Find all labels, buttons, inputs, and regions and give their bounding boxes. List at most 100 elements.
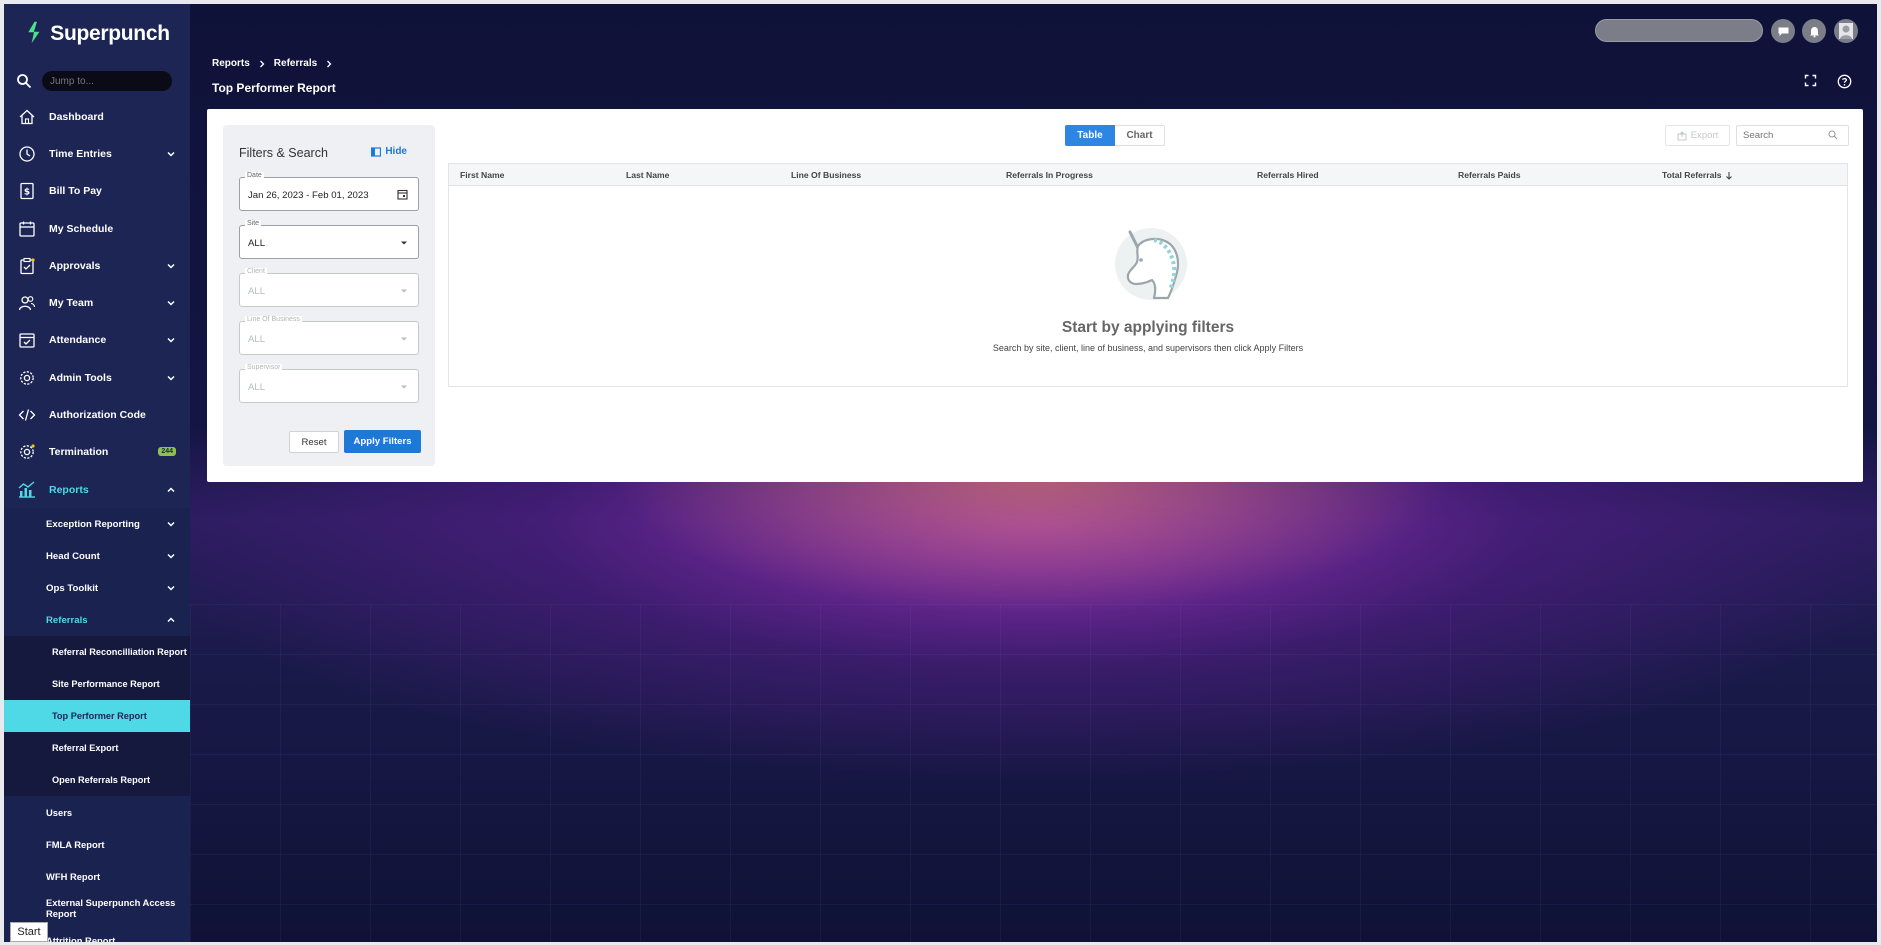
breadcrumb-reports[interactable]: Reports: [212, 58, 250, 69]
breadcrumb: Reports Referrals: [212, 58, 333, 69]
calendar-icon[interactable]: [397, 189, 408, 200]
bell-icon: [1809, 26, 1819, 37]
hide-filters-button[interactable]: Hide: [371, 146, 407, 157]
sidebar-item-label: My Schedule: [49, 222, 114, 235]
referrals-submenu: Referral Reconcilliation Report Site Per…: [4, 636, 190, 797]
sidebar-item-time-entries[interactable]: Time Entries: [4, 135, 190, 172]
avatar[interactable]: [1834, 19, 1858, 43]
chevron-right-icon: [327, 60, 332, 67]
column-header-line-of-business[interactable]: Line Of Business: [791, 170, 861, 180]
sidebar-link-fmla-report[interactable]: FMLA Report: [4, 828, 190, 860]
unicorn-icon: [1115, 228, 1187, 300]
line-of-business-field-label: Line Of Business: [245, 316, 302, 323]
superpunch-logo-icon: [25, 20, 43, 48]
breadcrumb-referrals[interactable]: Referrals: [274, 58, 317, 69]
search-icon[interactable]: [16, 73, 32, 89]
date-range-field[interactable]: Date Jan 26, 2023 - Feb 01, 2023: [239, 172, 419, 211]
gear-icon: [16, 367, 38, 389]
supervisor-value: ALL: [248, 382, 266, 393]
chevron-down-icon: [167, 586, 175, 591]
sidebar-item-authorization-code[interactable]: Authorization Code: [4, 396, 190, 433]
search-icon[interactable]: [1828, 130, 1838, 140]
tab-chart[interactable]: Chart: [1115, 125, 1165, 146]
panel-collapse-icon: [371, 146, 382, 157]
chevron-down-icon: [167, 522, 175, 527]
sidebar-item-label: My Team: [49, 297, 94, 310]
supervisor-field-label: Supervisor: [245, 364, 283, 371]
export-button[interactable]: Export: [1665, 125, 1730, 146]
client-select[interactable]: Client ALL: [239, 268, 419, 307]
sidebar-item-approvals[interactable]: Approvals: [4, 247, 190, 284]
sidebar-item-label: Approvals: [49, 259, 101, 272]
supervisor-select[interactable]: Supervisor ALL: [239, 364, 419, 403]
column-header-total-referrals[interactable]: Total Referrals: [1662, 170, 1733, 180]
sidebar-link-referral-export[interactable]: Referral Export: [4, 732, 190, 764]
chevron-down-icon: [167, 151, 175, 157]
chat-button[interactable]: [1771, 19, 1795, 43]
apply-filters-button[interactable]: Apply Filters: [344, 430, 421, 453]
page-title: Top Performer Report: [212, 81, 336, 95]
sidebar-link-site-performance-report[interactable]: Site Performance Report: [4, 668, 190, 700]
gear-alert-icon: [16, 441, 38, 463]
sidebar-item-label: Bill To Pay: [49, 185, 102, 198]
sidebar-link-users[interactable]: Users: [4, 796, 190, 828]
sidebar: Superpunch Dashboard Time Entries $: [4, 4, 190, 942]
sidebar-subitem-exception-reporting[interactable]: Exception Reporting: [4, 508, 190, 540]
report-card: Filters & Search Hide Date Jan 26, 2023 …: [207, 109, 1863, 482]
reset-button[interactable]: Reset: [289, 431, 339, 453]
jump-to-input[interactable]: [42, 71, 172, 91]
global-search-input[interactable]: [1595, 19, 1763, 42]
help-icon[interactable]: [1837, 74, 1852, 89]
sidebar-subitem-label: Head Count: [46, 550, 100, 562]
code-icon: [16, 404, 38, 426]
column-header-label: Total Referrals: [1662, 170, 1722, 180]
chevron-down-icon: [167, 263, 175, 269]
sidebar-subitem-head-count[interactable]: Head Count: [4, 540, 190, 572]
svg-text:$: $: [24, 188, 30, 198]
home-icon: [16, 106, 38, 128]
sidebar-subitem-label: Exception Reporting: [46, 518, 140, 530]
sidebar-item-dashboard[interactable]: Dashboard: [4, 98, 190, 135]
column-header-referrals-hired[interactable]: Referrals Hired: [1257, 170, 1319, 180]
sidebar-item-label: Attendance: [49, 334, 107, 347]
sidebar-subitem-referrals[interactable]: Referrals: [4, 604, 190, 636]
sidebar-link-external-superpunch-access-report[interactable]: External Superpunch Access Report: [4, 892, 190, 924]
sidebar-item-admin-tools[interactable]: Admin Tools: [4, 359, 190, 396]
fullscreen-icon[interactable]: [1804, 74, 1817, 87]
sidebar-item-label: Authorization Code: [49, 409, 146, 422]
caret-down-icon: [401, 385, 407, 389]
logo[interactable]: Superpunch: [4, 4, 190, 64]
sidebar-link-wfh-report[interactable]: WFH Report: [4, 860, 190, 892]
site-select[interactable]: Site ALL: [239, 220, 419, 259]
notifications-button[interactable]: [1802, 19, 1826, 43]
sidebar-subitem-label: Ops Toolkit: [46, 582, 99, 594]
column-header-referrals-in-progress[interactable]: Referrals In Progress: [1006, 170, 1093, 180]
sidebar-link-open-referrals-report[interactable]: Open Referrals Report: [4, 764, 190, 796]
clipboard-check-icon: [16, 255, 38, 277]
column-header-last-name[interactable]: Last Name: [626, 170, 669, 180]
line-of-business-select[interactable]: Line Of Business ALL: [239, 316, 419, 355]
chat-bubble-icon: [1778, 27, 1788, 36]
column-header-referrals-paids[interactable]: Referrals Paids: [1458, 170, 1521, 180]
sidebar-link-top-performer-report[interactable]: Top Performer Report: [4, 700, 190, 733]
tab-table[interactable]: Table: [1065, 125, 1115, 146]
chevron-down-icon: [167, 554, 175, 559]
hide-filters-label: Hide: [385, 146, 407, 157]
brand-name: Superpunch: [50, 22, 170, 45]
sidebar-item-reports[interactable]: Reports: [4, 471, 190, 508]
sidebar-item-label: Time Entries: [49, 147, 112, 160]
column-header-first-name[interactable]: First Name: [460, 170, 504, 180]
date-range-value: Jan 26, 2023 - Feb 01, 2023: [248, 190, 369, 201]
sidebar-subitem-ops-toolkit[interactable]: Ops Toolkit: [4, 572, 190, 604]
count-badge: 244: [158, 447, 176, 457]
caret-down-icon: [401, 241, 407, 245]
sidebar-item-attendance[interactable]: Attendance: [4, 322, 190, 359]
sort-descending-icon: [1725, 171, 1732, 180]
sidebar-item-termination[interactable]: Termination 244: [4, 434, 190, 471]
sidebar-item-my-schedule[interactable]: My Schedule: [4, 210, 190, 247]
sidebar-item-bill-to-pay[interactable]: $ Bill To Pay: [4, 173, 190, 210]
sidebar-item-my-team[interactable]: My Team: [4, 284, 190, 321]
caret-down-icon: [401, 337, 407, 341]
start-button[interactable]: Start: [10, 922, 48, 942]
sidebar-link-referral-reconcilliation-report[interactable]: Referral Reconcilliation Report: [4, 636, 190, 668]
